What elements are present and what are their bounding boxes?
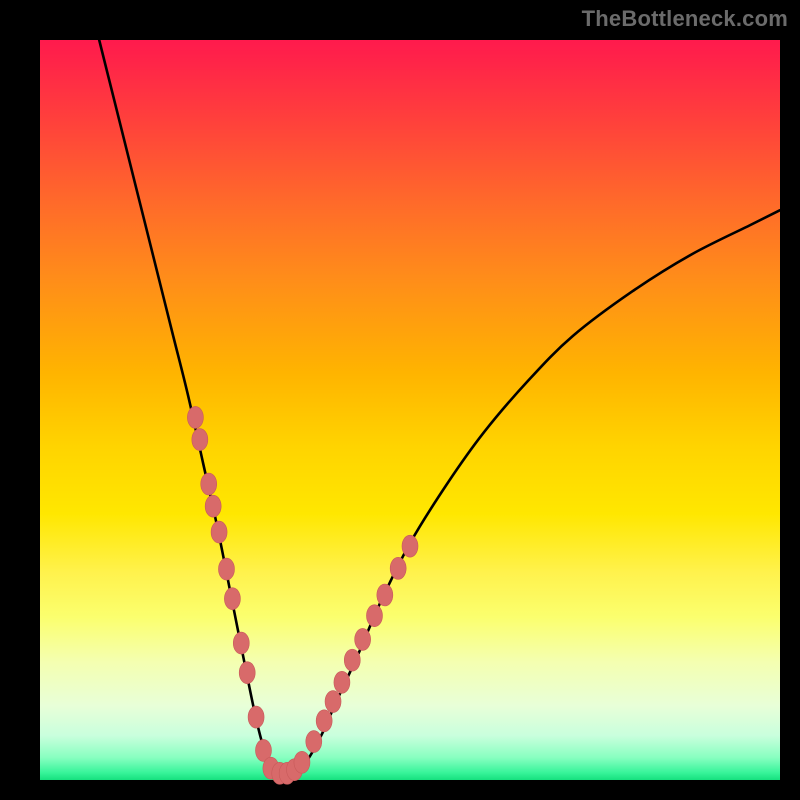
watermark-text: TheBottleneck.com [582,6,788,32]
marker-group [187,406,418,784]
data-marker [211,521,227,543]
data-marker [366,605,382,627]
data-marker [402,535,418,557]
chart-frame: TheBottleneck.com [0,0,800,800]
data-marker [390,557,406,579]
data-marker [187,406,203,428]
data-marker [325,691,341,713]
chart-plot-area [40,40,780,780]
data-marker [344,649,360,671]
data-marker [334,671,350,693]
data-marker [218,558,234,580]
data-marker [233,632,249,654]
data-marker [306,731,322,753]
data-marker [239,662,255,684]
data-marker [201,473,217,495]
data-marker [224,588,240,610]
data-marker [248,706,264,728]
data-marker [294,751,310,773]
data-marker [355,628,371,650]
data-marker [377,584,393,606]
chart-svg [40,40,780,780]
bottleneck-curve [99,40,780,778]
data-marker [192,429,208,451]
data-marker [205,495,221,517]
data-marker [316,710,332,732]
